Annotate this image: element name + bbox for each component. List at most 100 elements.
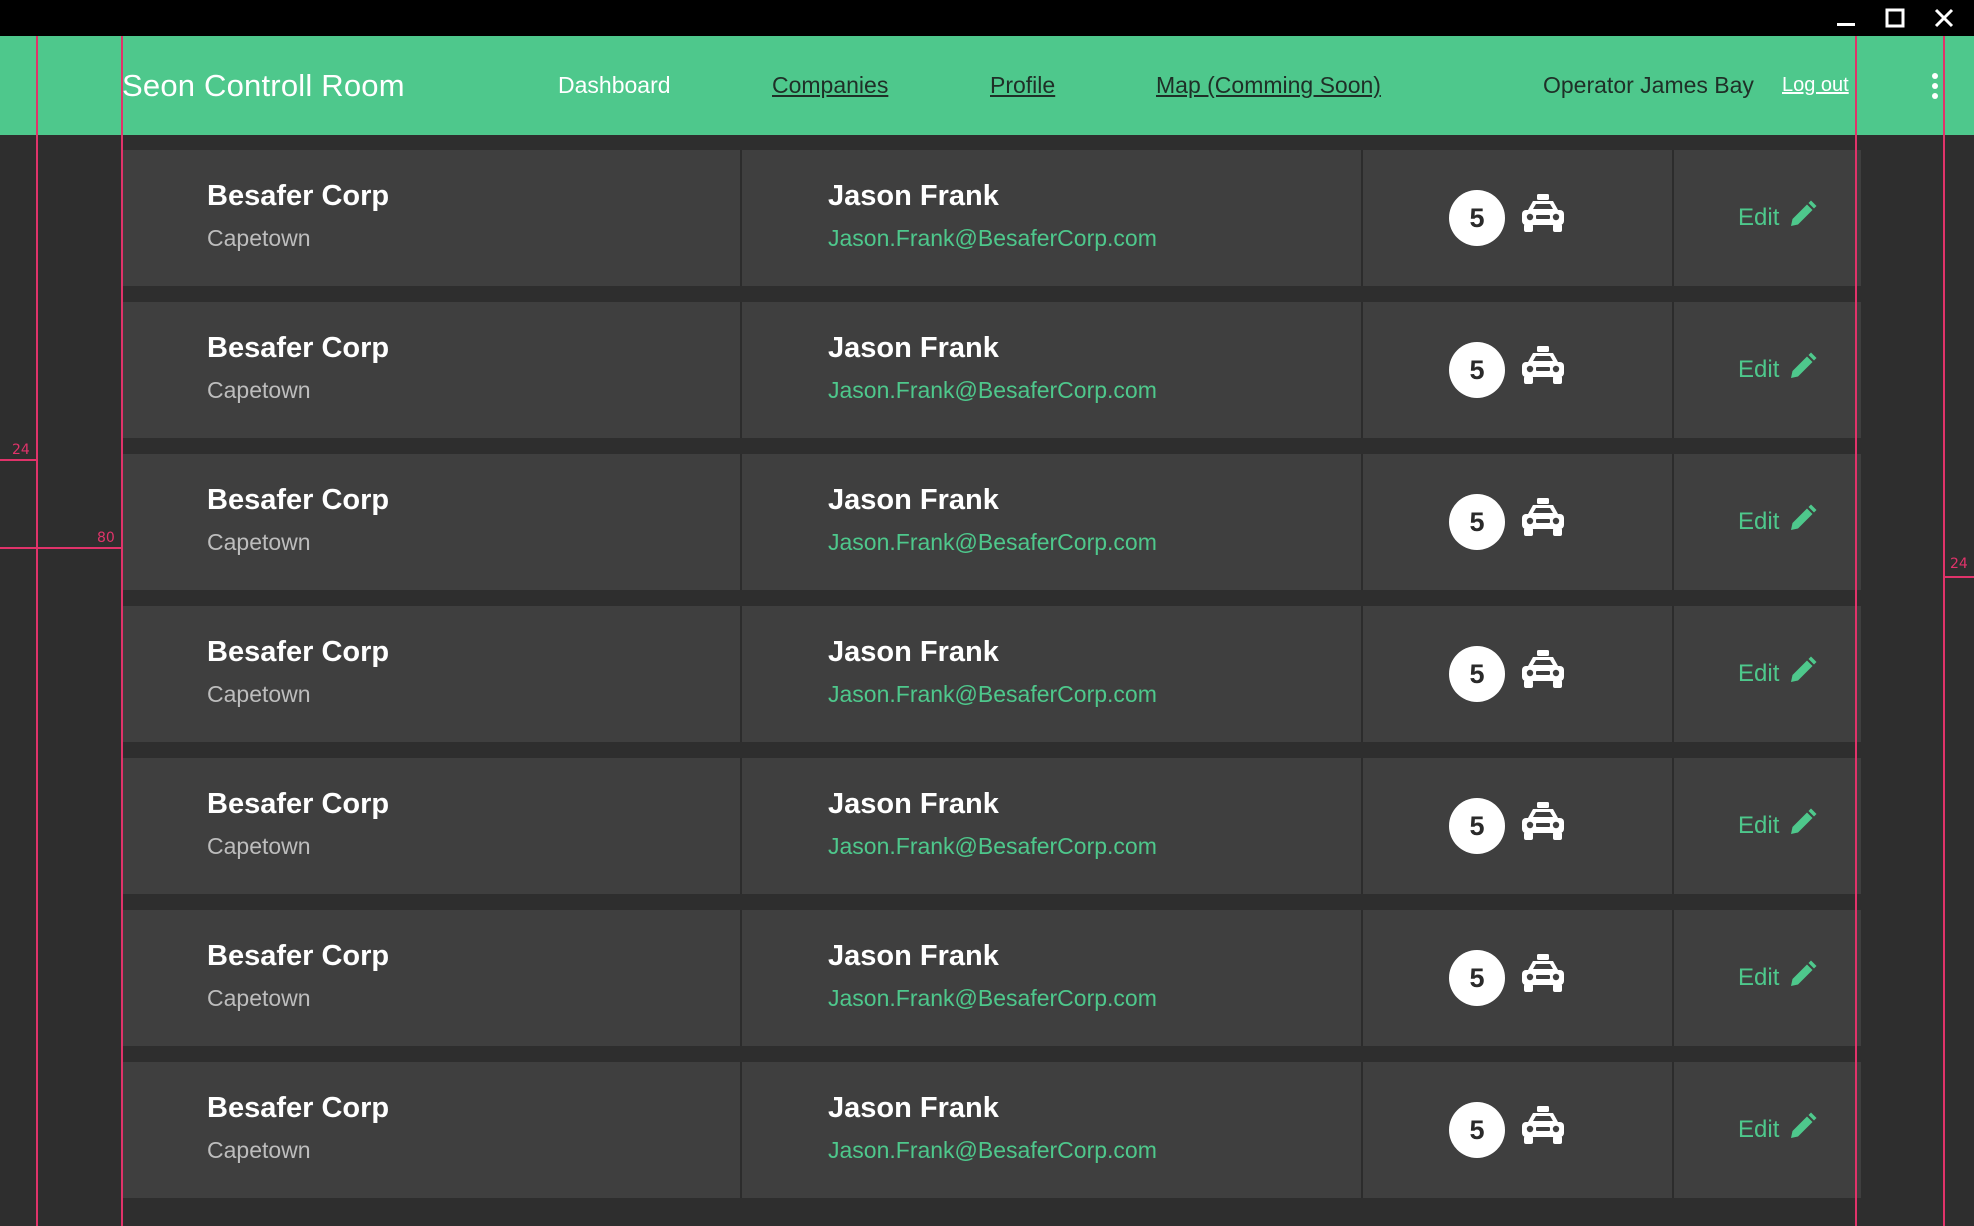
taxi-icon: [1519, 802, 1567, 847]
guide-left: [36, 36, 38, 1226]
nav-map[interactable]: Map (Comming Soon): [1156, 36, 1381, 135]
table-row: Besafer Corp Capetown Jason Frank Jason.Fra…: [121, 1062, 1861, 1198]
edit-cell: Edit: [1674, 302, 1861, 438]
edit-button[interactable]: Edit: [1738, 302, 1817, 438]
company-name: Besafer Corp: [207, 180, 390, 212]
company-city: Capetown: [207, 1137, 311, 1163]
edit-label: Edit: [1738, 1116, 1780, 1143]
company-cell: Besafer Corp Capetown: [121, 758, 742, 894]
contact-email-link[interactable]: Jason.Frank@BesaferCorp.com: [828, 225, 1157, 252]
vehicle-count-badge: 5: [1449, 646, 1505, 702]
pencil-icon: [1787, 960, 1817, 997]
window-titlebar: [0, 0, 1974, 36]
company-name: Besafer Corp: [207, 940, 390, 972]
edit-button[interactable]: Edit: [1738, 150, 1817, 286]
contact-name: Jason Frank: [828, 484, 999, 516]
vehicle-count-cell: 5: [1363, 910, 1674, 1046]
taxi-icon: [1519, 498, 1567, 543]
operator-name: Operator James Bay: [1543, 72, 1754, 98]
company-city: Capetown: [207, 225, 311, 251]
company-name: Besafer Corp: [207, 636, 390, 668]
nav-dashboard[interactable]: Dashboard: [558, 36, 671, 135]
company-cell: Besafer Corp Capetown: [121, 910, 742, 1046]
vehicle-count-badge: 5: [1449, 1102, 1505, 1158]
more-menu-icon[interactable]: [1920, 36, 1950, 135]
edit-label: Edit: [1738, 812, 1780, 839]
edit-cell: Edit: [1674, 606, 1861, 742]
logout-link[interactable]: Log out: [1782, 36, 1849, 135]
edit-label: Edit: [1738, 660, 1780, 687]
contact-email-link[interactable]: Jason.Frank@BesaferCorp.com: [828, 681, 1157, 708]
maximize-icon[interactable]: [1871, 0, 1919, 36]
contact-email-link[interactable]: Jason.Frank@BesaferCorp.com: [828, 529, 1157, 556]
contact-name: Jason Frank: [828, 1092, 999, 1124]
taxi-icon: [1519, 1106, 1567, 1151]
table-row: Besafer Corp Capetown Jason Frank Jason.Fra…: [121, 150, 1861, 286]
taxi-icon: [1519, 650, 1567, 695]
edit-button[interactable]: Edit: [1738, 910, 1817, 1046]
company-city: Capetown: [207, 529, 311, 555]
contact-cell: Jason Frank Jason.Frank@BesaferCorp.com: [742, 606, 1363, 742]
close-icon[interactable]: [1920, 0, 1968, 36]
vehicle-count-badge: 5: [1449, 342, 1505, 398]
contact-email-link[interactable]: Jason.Frank@BesaferCorp.com: [828, 985, 1157, 1012]
contact-cell: Jason Frank Jason.Frank@BesaferCorp.com: [742, 1062, 1363, 1198]
table-row: Besafer Corp Capetown Jason Frank Jason.Fra…: [121, 302, 1861, 438]
edit-label: Edit: [1738, 204, 1780, 231]
edit-button[interactable]: Edit: [1738, 454, 1817, 590]
contact-email-link[interactable]: Jason.Frank@BesaferCorp.com: [828, 377, 1157, 404]
vehicle-count-badge: 5: [1449, 190, 1505, 246]
guide-label-right: 24: [1950, 556, 1968, 572]
company-name: Besafer Corp: [207, 788, 390, 820]
pencil-icon: [1787, 352, 1817, 389]
edit-button[interactable]: Edit: [1738, 1062, 1817, 1198]
edit-cell: Edit: [1674, 910, 1861, 1046]
company-name: Besafer Corp: [207, 1092, 390, 1124]
edit-cell: Edit: [1674, 150, 1861, 286]
table-row: Besafer Corp Capetown Jason Frank Jason.Fra…: [121, 758, 1861, 894]
table-row: Besafer Corp Capetown Jason Frank Jason.Fra…: [121, 606, 1861, 742]
vehicle-count-cell: 5: [1363, 454, 1674, 590]
vehicle-count-badge: 5: [1449, 494, 1505, 550]
nav-companies[interactable]: Companies: [772, 36, 888, 135]
company-cell: Besafer Corp Capetown: [121, 1062, 742, 1198]
company-cell: Besafer Corp Capetown: [121, 302, 742, 438]
app-title: Seon Controll Room: [122, 67, 405, 103]
pencil-icon: [1787, 656, 1817, 693]
guide-content-left: [121, 36, 123, 1226]
edit-label: Edit: [1738, 964, 1780, 991]
company-name: Besafer Corp: [207, 484, 390, 516]
edit-button[interactable]: Edit: [1738, 606, 1817, 742]
edit-button[interactable]: Edit: [1738, 758, 1817, 894]
guide-right: [1943, 36, 1945, 1226]
vehicle-count-cell: 5: [1363, 302, 1674, 438]
nav-profile[interactable]: Profile: [990, 36, 1055, 135]
company-cell: Besafer Corp Capetown: [121, 454, 742, 590]
table-row: Besafer Corp Capetown Jason Frank Jason.Fra…: [121, 454, 1861, 590]
guide-horizontal-right: [1943, 576, 1974, 578]
contact-cell: Jason Frank Jason.Frank@BesaferCorp.com: [742, 454, 1363, 590]
contact-email-link[interactable]: Jason.Frank@BesaferCorp.com: [828, 833, 1157, 860]
contact-cell: Jason Frank Jason.Frank@BesaferCorp.com: [742, 150, 1363, 286]
edit-label: Edit: [1738, 356, 1780, 383]
edit-cell: Edit: [1674, 1062, 1861, 1198]
contact-email-link[interactable]: Jason.Frank@BesaferCorp.com: [828, 1137, 1157, 1164]
pencil-icon: [1787, 808, 1817, 845]
contact-name: Jason Frank: [828, 940, 999, 972]
taxi-icon: [1519, 954, 1567, 999]
contact-name: Jason Frank: [828, 332, 999, 364]
company-list: Besafer Corp Capetown Jason Frank Jason.Fra…: [121, 150, 1861, 1214]
company-city: Capetown: [207, 377, 311, 403]
vehicle-count-cell: 5: [1363, 150, 1674, 286]
company-city: Capetown: [207, 833, 311, 859]
contact-cell: Jason Frank Jason.Frank@BesaferCorp.com: [742, 302, 1363, 438]
minimize-icon[interactable]: [1822, 0, 1870, 36]
company-city: Capetown: [207, 985, 311, 1011]
company-city: Capetown: [207, 681, 311, 707]
vehicle-count-cell: 5: [1363, 758, 1674, 894]
guide-horizontal-content: [0, 547, 121, 549]
table-row: Besafer Corp Capetown Jason Frank Jason.Fra…: [121, 910, 1861, 1046]
edit-cell: Edit: [1674, 758, 1861, 894]
taxi-icon: [1519, 346, 1567, 391]
contact-name: Jason Frank: [828, 180, 999, 212]
